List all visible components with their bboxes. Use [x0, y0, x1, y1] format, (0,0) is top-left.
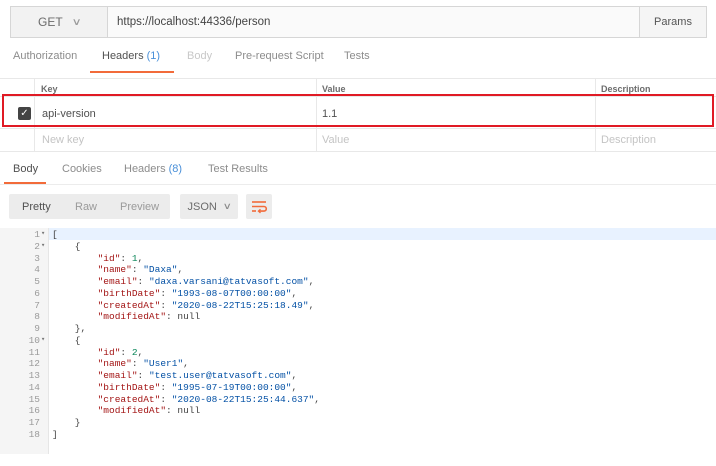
wrap-lines-icon [252, 201, 268, 214]
column-key: Key [41, 84, 58, 94]
new-description-input[interactable]: Description [601, 134, 656, 146]
headers-table-head: Key Value Description [0, 78, 716, 95]
line-number: 6 [34, 287, 40, 299]
line-number: 12 [28, 358, 40, 370]
fold-toggle-icon[interactable]: ▾ [41, 335, 45, 347]
code-line: "name": "User1", [97, 358, 189, 370]
new-value-input[interactable]: Value [322, 134, 349, 146]
view-raw-button[interactable]: Raw [75, 201, 97, 213]
line-number: 4 [34, 264, 40, 276]
code-line: "id": 1, [97, 252, 144, 264]
tab-test-results[interactable]: Test Results [208, 163, 268, 175]
line-number: 16 [28, 405, 40, 417]
request-url-bar: GET ∨ https://localhost:44336/person Par… [10, 6, 707, 38]
table-row-new: New key Value Description [0, 128, 716, 152]
chevron-down-icon: ∨ [71, 16, 82, 28]
code-line: { [52, 240, 81, 252]
column-value: Value [322, 84, 346, 94]
chevron-down-icon: ∨ [222, 201, 232, 211]
line-number: 7 [34, 299, 40, 311]
line-number: 10 [28, 334, 40, 346]
tab-cookies[interactable]: Cookies [62, 163, 102, 175]
fold-toggle-icon[interactable]: ▾ [41, 229, 45, 241]
method-label: GET [38, 15, 63, 29]
code-line: [ [52, 229, 58, 240]
line-number: 11 [28, 346, 40, 358]
response-headers-count: (8) [168, 163, 183, 175]
new-key-input[interactable]: New key [42, 134, 84, 146]
divider [0, 184, 716, 185]
tab-response-body[interactable]: Body [13, 163, 38, 175]
url-input[interactable]: https://localhost:44336/person [108, 7, 639, 37]
code-line: "name": "Daxa", [97, 264, 184, 276]
code-line: }, [52, 323, 87, 334]
view-pretty-button[interactable]: Pretty [22, 201, 51, 213]
code-line: { [52, 334, 81, 346]
code-line: "birthDate": "1995-07-19T00:00:00", [97, 381, 298, 393]
line-number: 18 [28, 428, 40, 440]
code-line: "email": "daxa.varsani@tatvasoft.com", [97, 276, 315, 287]
code-line: "id": 2, [97, 346, 144, 358]
tab-authorization[interactable]: Authorization [13, 50, 77, 62]
code-line: "modifiedAt": null [97, 405, 201, 417]
line-number: 9 [34, 323, 40, 334]
line-number: 1 [34, 229, 40, 240]
code-line: "createdAt": "2020-08-22T15:25:44.637", [97, 393, 320, 405]
format-dropdown[interactable]: JSON ∨ [180, 194, 238, 219]
view-mode-switch: Pretty Raw Preview [9, 194, 170, 219]
active-tab-indicator [90, 71, 174, 73]
tab-pre-request-script[interactable]: Pre-request Script [235, 50, 324, 62]
request-tabs: Authorization Headers (1) Body Pre-reque… [0, 50, 716, 74]
view-preview-button[interactable]: Preview [120, 201, 159, 213]
code-line: } [52, 417, 81, 428]
code-line: "birthDate": "1993-08-07T00:00:00", [97, 287, 298, 299]
column-description: Description [601, 84, 651, 94]
tab-body[interactable]: Body [187, 50, 212, 62]
response-body-viewer[interactable]: 1 ▾ 2 ▾ 3 4 5 6 7 8 9 10 ▾ 11 12 13 14 15 16 17 18 [ { "id":… [0, 228, 716, 454]
code-line: "email": "test.user@tatvasoft.com", [97, 370, 298, 381]
wrap-lines-button[interactable] [246, 194, 272, 219]
line-number: 5 [34, 276, 40, 287]
line-number: 8 [34, 311, 40, 323]
highlight-annotation [2, 94, 714, 127]
line-number: 3 [34, 252, 40, 264]
line-number-gutter: 1 ▾ 2 ▾ 3 4 5 6 7 8 9 10 ▾ 11 12 13 14 15 16 17 18 [0, 228, 49, 454]
line-number: 17 [28, 417, 40, 428]
tab-response-headers[interactable]: Headers (8) [124, 163, 182, 175]
line-number: 14 [28, 381, 40, 393]
code-line: "modifiedAt": null [97, 311, 201, 323]
line-number: 13 [28, 370, 40, 381]
tab-headers[interactable]: Headers (1) [102, 50, 160, 62]
line-number: 15 [28, 393, 40, 405]
response-tabs: Body Cookies Headers (8) Test Results [0, 163, 716, 185]
format-label: JSON [187, 200, 217, 213]
active-line-highlight [49, 228, 716, 240]
line-number: 2 [34, 240, 40, 252]
code-line: "createdAt": "2020-08-22T15:25:18.49", [97, 299, 315, 311]
method-dropdown[interactable]: GET ∨ [11, 7, 108, 37]
params-button[interactable]: Params [639, 7, 706, 37]
fold-toggle-icon[interactable]: ▾ [41, 241, 45, 253]
code-line: ] [52, 428, 58, 440]
headers-count: (1) [146, 50, 161, 62]
tab-tests[interactable]: Tests [344, 50, 370, 62]
